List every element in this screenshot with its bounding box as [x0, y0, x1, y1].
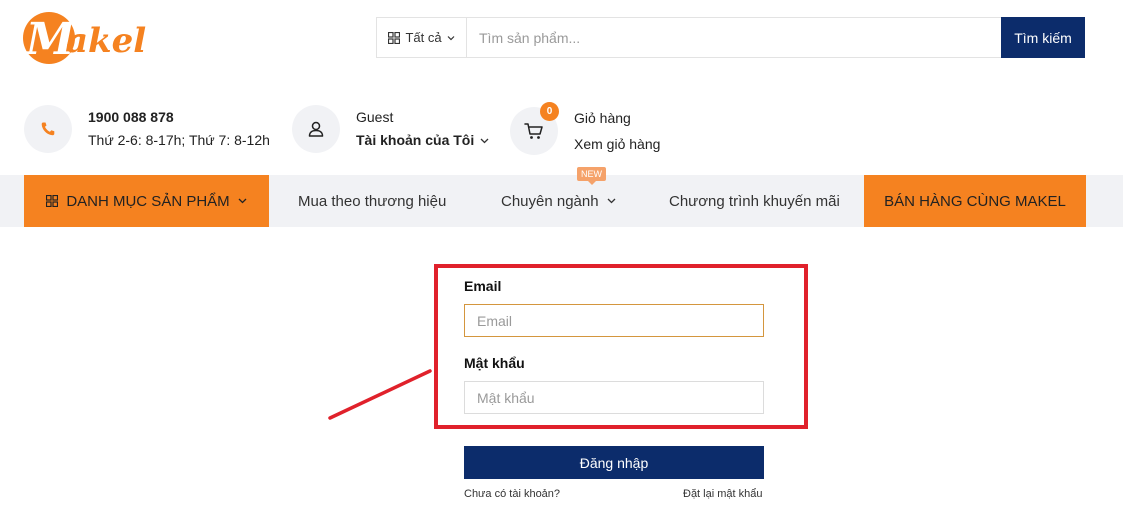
reset-password-link[interactable]: Đặt lại mật khẩu: [683, 488, 762, 500]
nav-brands[interactable]: Mua theo thương hiệu: [298, 175, 446, 227]
annotation-arrow-line: [328, 369, 432, 420]
search-bar: Tất cả Tìm kiếm: [376, 17, 1085, 58]
chevron-down-icon: [447, 35, 454, 40]
user-icon-circle: [292, 105, 340, 153]
grid-icon: [46, 195, 59, 207]
cart-title: Giỏ hàng: [574, 110, 631, 126]
nav-promotions[interactable]: Chương trình khuyến mãi: [669, 175, 840, 227]
search-category-dropdown[interactable]: Tất cả: [377, 18, 467, 57]
user-icon: [308, 121, 324, 137]
account-menu-label[interactable]: Tài khoản của Tôi: [356, 129, 474, 152]
chevron-down-icon: [480, 138, 489, 143]
contact-phone[interactable]: 1900 088 878: [88, 106, 270, 129]
grid-icon: [388, 31, 401, 44]
nav-specialty-label: Chuyên ngành: [501, 192, 599, 210]
phone-icon-circle: [24, 105, 72, 153]
contact-hours: Thứ 2-6: 8-17h; Thứ 7: 8-12h: [88, 132, 270, 148]
cart-info[interactable]: 0 Giỏ hàng Xem giỏ hàng: [510, 102, 660, 157]
account-user: Guest: [356, 109, 394, 125]
password-label: Mật khẩu: [464, 355, 525, 371]
register-link[interactable]: Chưa có tài khoản?: [464, 488, 560, 500]
cart-icon: [524, 123, 543, 139]
search-input[interactable]: [467, 18, 1084, 57]
nav-sell-with-makel[interactable]: BÁN HÀNG CÙNG MAKEL: [864, 175, 1086, 227]
password-field[interactable]: [464, 381, 764, 414]
chevron-down-icon: [238, 198, 247, 204]
login-button[interactable]: Đăng nhập: [464, 446, 764, 479]
nav-specialty[interactable]: Chuyên ngành: [501, 175, 616, 227]
email-field[interactable]: [464, 304, 764, 337]
view-cart-link[interactable]: Xem giỏ hàng: [574, 131, 660, 157]
svg-text:akel: akel: [66, 21, 146, 61]
new-badge: NEW: [577, 167, 606, 185]
chevron-down-icon: [607, 198, 616, 204]
cart-icon-circle[interactable]: 0: [510, 102, 559, 155]
nav-categories-label: DANH MỤC SẢN PHẨM: [66, 192, 230, 210]
email-label: Email: [464, 278, 502, 294]
phone-icon: [41, 122, 55, 136]
contact-info: 1900 088 878 Thứ 2-6: 8-17h; Thứ 7: 8-12…: [24, 105, 270, 153]
search-button[interactable]: Tìm kiếm: [1001, 17, 1085, 58]
nav-product-categories[interactable]: DANH MỤC SẢN PHẨM: [24, 175, 269, 227]
main-nav: DANH MỤC SẢN PHẨM Mua theo thương hiệu C…: [0, 167, 1123, 227]
cart-count-badge: 0: [540, 102, 559, 121]
search-category-label: Tất cả: [405, 30, 442, 45]
makel-logo[interactable]: M akel: [22, 8, 182, 66]
account-info[interactable]: Guest Tài khoản của Tôi: [292, 105, 489, 153]
